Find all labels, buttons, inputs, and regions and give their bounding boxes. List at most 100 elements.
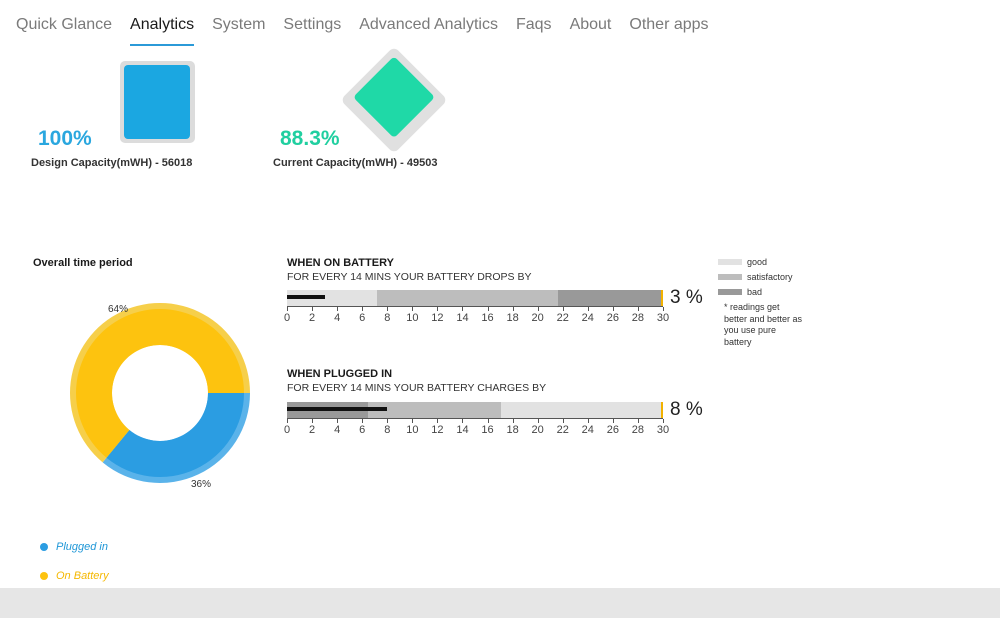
- axis-tick: [587, 419, 589, 423]
- on-battery-value: 3 %: [670, 287, 703, 308]
- range-satisfactory: [377, 290, 558, 306]
- axis-tick-label: 20: [531, 312, 544, 324]
- axis-tick: [663, 419, 664, 423]
- tab-system[interactable]: System: [212, 16, 265, 46]
- plugged-in-dot: [40, 543, 48, 551]
- axis-tick: [387, 307, 389, 311]
- legend-satisfactory: satisfactory: [718, 272, 793, 282]
- legend-good: good: [718, 257, 767, 267]
- satisfactory-swatch: [718, 274, 742, 280]
- axis-tick: [562, 307, 564, 311]
- axis-tick-label: 0: [283, 312, 291, 324]
- axis-tick: [412, 307, 414, 311]
- axis-tick-label: 16: [481, 312, 494, 324]
- axis-tick-label: 0: [283, 424, 291, 436]
- tab-quick-glance[interactable]: Quick Glance: [16, 16, 112, 46]
- axis-tick-label: 10: [406, 424, 419, 436]
- plugged-in-meter: [287, 402, 663, 419]
- axis-tick-label: 10: [406, 312, 419, 324]
- end-marker: [661, 290, 663, 306]
- axis-tick-label: 22: [556, 312, 569, 324]
- axis-tick: [512, 419, 514, 423]
- axis-tick: [362, 307, 364, 311]
- axis-tick: [537, 307, 539, 311]
- axis-tick-label: 6: [359, 312, 366, 324]
- on-battery-axis: 0 2 4 6 8 10 12 14 16 18 20 22 24 26 28 30: [283, 307, 669, 327]
- axis-tick-label: 8: [384, 312, 391, 324]
- range-bad: [557, 290, 663, 306]
- axis-tick: [312, 419, 314, 423]
- axis-tick: [312, 307, 314, 311]
- axis-tick-label: 2: [309, 424, 316, 436]
- legend-good-label: good: [747, 257, 768, 267]
- axis-tick: [637, 307, 639, 311]
- axis-tick: [487, 419, 489, 423]
- axis-tick-label: 14: [456, 312, 469, 324]
- axis-tick: [637, 419, 639, 423]
- readings-note: * readings get better and better as you …: [724, 302, 803, 347]
- tab-faqs[interactable]: Faqs: [516, 16, 552, 46]
- end-marker: [661, 402, 663, 418]
- axis-tick-label: 30: [656, 424, 670, 436]
- axis-tick: [462, 419, 464, 423]
- on-battery-meter: [287, 290, 663, 307]
- legend-plugged-in-label: Plugged in: [56, 541, 108, 553]
- axis-tick: [337, 419, 339, 423]
- axis-tick: [587, 307, 589, 311]
- on-battery-subtitle: FOR EVERY 14 MINS YOUR BATTERY DROPS BY: [287, 271, 532, 283]
- axis-tick: [462, 307, 464, 311]
- axis-tick-label: 24: [581, 424, 594, 436]
- tab-about[interactable]: About: [570, 16, 612, 46]
- axis-tick-label: 28: [631, 424, 645, 436]
- axis-tick-label: 4: [334, 312, 341, 324]
- legend-on-battery-label: On Battery: [56, 570, 109, 582]
- current-capacity-tile: [340, 46, 448, 154]
- axis-tick: [487, 307, 489, 311]
- axis-tick: [387, 419, 389, 423]
- value-bar: [287, 295, 325, 299]
- axis-tick-label: 26: [606, 424, 619, 436]
- axis-tick: [337, 307, 339, 311]
- axis-tick-label: 18: [506, 424, 519, 436]
- on-battery-slice-label: 64%: [108, 304, 129, 315]
- axis-tick-label: 20: [531, 424, 544, 436]
- axis-tick: [612, 419, 614, 423]
- plugged-in-title: WHEN PLUGGED IN: [287, 368, 393, 380]
- tab-other-apps[interactable]: Other apps: [629, 16, 708, 46]
- on-battery-title: WHEN ON BATTERY: [287, 257, 394, 269]
- legend-plugged-in: Plugged in: [40, 541, 108, 553]
- axis-tick-label: 28: [631, 312, 645, 324]
- on-battery-dot: [40, 572, 48, 580]
- axis-tick-label: 22: [556, 424, 569, 436]
- axis-tick-label: 8: [384, 424, 391, 436]
- overall-donut-chart: [69, 303, 250, 483]
- tab-advanced-analytics[interactable]: Advanced Analytics: [359, 16, 498, 46]
- plugged-in-subtitle: FOR EVERY 14 MINS YOUR BATTERY CHARGES B…: [287, 382, 547, 394]
- axis-tick: [537, 419, 539, 423]
- axis-tick: [437, 419, 439, 423]
- axis-tick-label: 14: [456, 424, 469, 436]
- tab-settings[interactable]: Settings: [283, 16, 341, 46]
- axis-tick: [663, 307, 664, 311]
- axis-tick-label: 12: [431, 312, 444, 324]
- tab-analytics[interactable]: Analytics: [130, 16, 195, 46]
- axis-tick: [287, 419, 288, 423]
- design-capacity-square: [124, 65, 190, 139]
- design-capacity-tile: [120, 61, 195, 143]
- overall-time-period-title: Overall time period: [33, 257, 133, 269]
- axis-tick-label: 6: [359, 424, 366, 436]
- design-capacity-percent: 100%: [38, 127, 92, 150]
- axis-tick: [437, 307, 439, 311]
- axis-tick-label: 24: [581, 312, 594, 324]
- axis-tick-label: 12: [431, 424, 444, 436]
- bad-swatch: [718, 289, 742, 295]
- axis-tick-label: 30: [656, 312, 670, 324]
- axis-tick: [287, 307, 288, 311]
- axis-tick-label: 18: [506, 312, 519, 324]
- axis-tick: [562, 419, 564, 423]
- legend-on-battery: On Battery: [40, 570, 109, 582]
- plugged-in-slice-label: 36%: [191, 479, 212, 490]
- design-capacity-label: Design Capacity(mWH) - 56018: [31, 157, 193, 169]
- axis-tick: [412, 419, 414, 423]
- current-capacity-label: Current Capacity(mWH) - 49503: [273, 157, 438, 169]
